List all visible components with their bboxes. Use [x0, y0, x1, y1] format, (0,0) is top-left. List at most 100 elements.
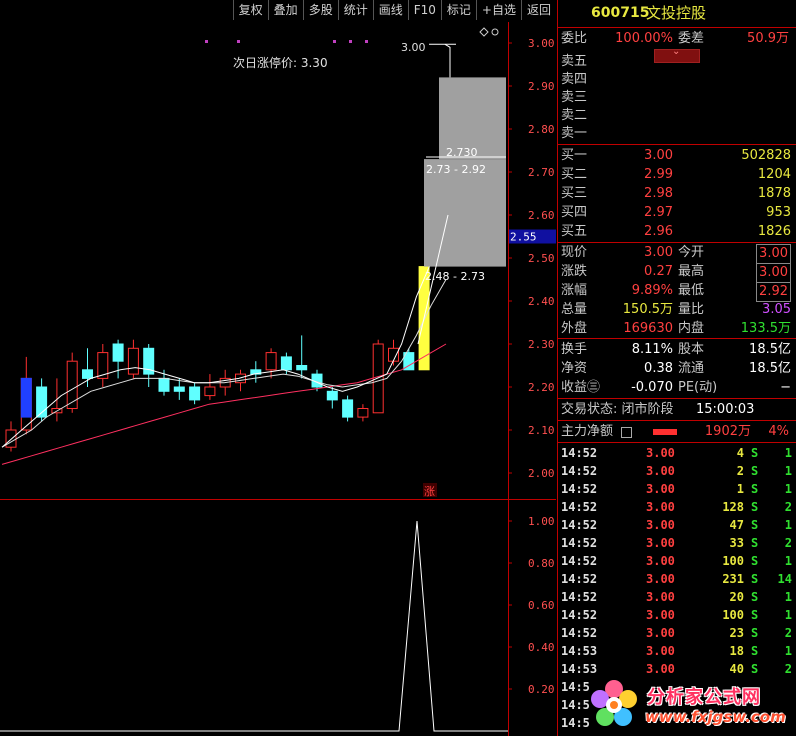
price-tick-label: 2.30 [528, 338, 555, 351]
tick-trade-row[interactable]: 14:52 3.00 33 S 2 [558, 534, 796, 552]
trade-time: 14:52 [561, 464, 598, 478]
bid-row[interactable]: 买五 2.96 1826 [558, 223, 795, 241]
status-time: 15:00:03 [696, 402, 755, 417]
fund-stat-label-2: PE(动) [678, 380, 718, 395]
trade-time: 14:52 [561, 590, 598, 604]
weicha-label: 委差 [678, 31, 705, 46]
tick-trade-row[interactable]: 14:52 3.00 128 S 2 [558, 498, 796, 516]
price-tick-label: 2.80 [528, 123, 555, 136]
price-axis: 3.00 2.90 2.80 2.70 2.60 2.50 2.40 2.30 2.20 2.10… [508, 37, 556, 480]
chart-toolbar: 复权 叠加 多股 统计 画线 F10 标记 +自选 返回 [0, 0, 556, 22]
toolbar-button-7[interactable]: +自选 [475, 0, 521, 20]
stat-value: 9.89% [631, 283, 673, 298]
trade-count: 2 [784, 500, 792, 514]
stat-value: 169630 [623, 321, 673, 336]
toolbar-button-1[interactable]: 叠加 [267, 0, 303, 20]
signal-dot [365, 40, 368, 43]
toolbar-button-8[interactable]: 返回 [520, 0, 556, 20]
bid-label: 买四 [561, 205, 588, 220]
fundamental-row: 净资 0.38 流通 18.5亿 [558, 360, 795, 378]
toolbar-button-0[interactable]: 复权 [232, 0, 268, 20]
fund-stat-value: -0.070 [631, 380, 673, 395]
tick-trade-row[interactable]: 14:52 3.00 20 S 1 [558, 588, 796, 606]
fund-bar [653, 429, 677, 435]
tick-trade-row[interactable]: 14:52 3.00 231 S 14 [558, 570, 796, 588]
ask-row[interactable]: 卖四 [558, 71, 795, 89]
bid-label: 买一 [561, 148, 588, 163]
ask-label: 卖四 [561, 72, 588, 87]
bid-row[interactable]: 买二 2.99 1204 [558, 166, 795, 184]
trade-count: 1 [784, 590, 792, 604]
current-price-tag-text: 2.55 [510, 231, 537, 244]
ask-row[interactable]: 卖二 [558, 107, 795, 125]
box-upper-value: 2.730 [446, 146, 478, 159]
peak-line [444, 43, 451, 78]
candle [189, 382, 201, 405]
candle [82, 348, 93, 387]
tick-trade-row[interactable]: 14:53 3.00 18 S 1 [558, 642, 796, 660]
trade-volume: 23 [729, 626, 744, 640]
trade-direction: S [751, 590, 759, 604]
ask-label: 卖三 [561, 90, 588, 105]
trade-time: 14:53 [561, 644, 598, 658]
trade-time: 14:52 [561, 500, 598, 514]
price-tick-label: 2.70 [528, 166, 555, 179]
trade-direction: S [751, 482, 759, 496]
trade-volume: 33 [729, 536, 744, 550]
stock-header: 600715 文投控股 [558, 4, 795, 24]
bid-price: 2.98 [644, 186, 673, 201]
trade-price: 3.00 [646, 536, 675, 550]
tick-trade-row[interactable]: 14:52 3.00 4 S 1 [558, 444, 796, 462]
fund-pct: 4% [768, 424, 789, 439]
trade-direction: S [751, 554, 759, 568]
price-tick-label: 2.50 [528, 252, 555, 265]
bid-row[interactable]: 买一 3.00 502828 [558, 147, 795, 165]
toolbar-button-6[interactable]: 标记 [440, 0, 476, 20]
candlestick-chart[interactable]: 次日涨停价: 3.30 3.00 2.730 2.73 - 2.92 2.48 - 2.… [0, 22, 508, 498]
toolbar-button-2[interactable]: 多股 [302, 0, 338, 20]
trade-count: 1 [784, 608, 792, 622]
diamond-icon[interactable] [479, 27, 489, 37]
trade-direction: S [751, 608, 759, 622]
fund-stat-label: 换手 [561, 342, 588, 357]
trade-direction: S [751, 500, 759, 514]
indicator-chart[interactable] [0, 503, 508, 736]
price-tick-label: 2.00 [528, 467, 555, 480]
tick-trade-row[interactable]: 14:52 3.00 100 S 1 [558, 552, 796, 570]
stat-value-2: 3.05 [762, 302, 791, 317]
toolbar-button-4[interactable]: 画线 [372, 0, 408, 20]
tick-trade-row[interactable]: 14:52 3.00 23 S 2 [558, 624, 796, 642]
candle [265, 348, 277, 379]
ask-row[interactable]: 卖三 [558, 89, 795, 107]
stat-label: 外盘 [561, 321, 588, 336]
sub-tick-label: 1.00 [528, 515, 555, 528]
toolbar-button-5[interactable]: F10 [407, 0, 441, 20]
ask-row[interactable]: 卖五 [558, 53, 795, 71]
tick-trade-row[interactable]: 14:52 3.00 2 S 1 [558, 462, 796, 480]
trade-time: 14:52 [561, 626, 598, 640]
list-icon[interactable] [621, 427, 632, 438]
bid-row[interactable]: 买四 2.97 953 [558, 204, 795, 222]
bid-row[interactable]: 买三 2.98 1878 [558, 185, 795, 203]
ask-row[interactable]: 卖一 [558, 125, 795, 143]
trade-count: 1 [784, 446, 792, 460]
candle [250, 361, 262, 383]
circle-icon[interactable] [491, 28, 499, 36]
toolbar-button-3[interactable]: 统计 [337, 0, 373, 20]
bid-price: 2.99 [644, 167, 673, 182]
price-tick-label: 2.90 [528, 80, 555, 93]
trade-time: 14:52 [561, 446, 598, 460]
stat-label-2: 量比 [678, 302, 705, 317]
trade-volume: 231 [722, 572, 744, 586]
fund-stat-label-2: 流通 [678, 361, 705, 376]
candle [403, 348, 415, 371]
tick-trade-row[interactable]: 14:52 3.00 1 S 1 [558, 480, 796, 498]
tick-trade-row[interactable]: 14:52 3.00 100 S 1 [558, 606, 796, 624]
tick-trade-row[interactable]: 14:52 3.00 47 S 1 [558, 516, 796, 534]
trade-count: 14 [777, 572, 792, 586]
trade-count: 1 [784, 518, 792, 532]
stat-label: 总量 [561, 302, 588, 317]
trade-price: 3.00 [646, 590, 675, 604]
trade-price: 3.00 [646, 482, 675, 496]
weibi-label: 委比 [561, 31, 588, 46]
